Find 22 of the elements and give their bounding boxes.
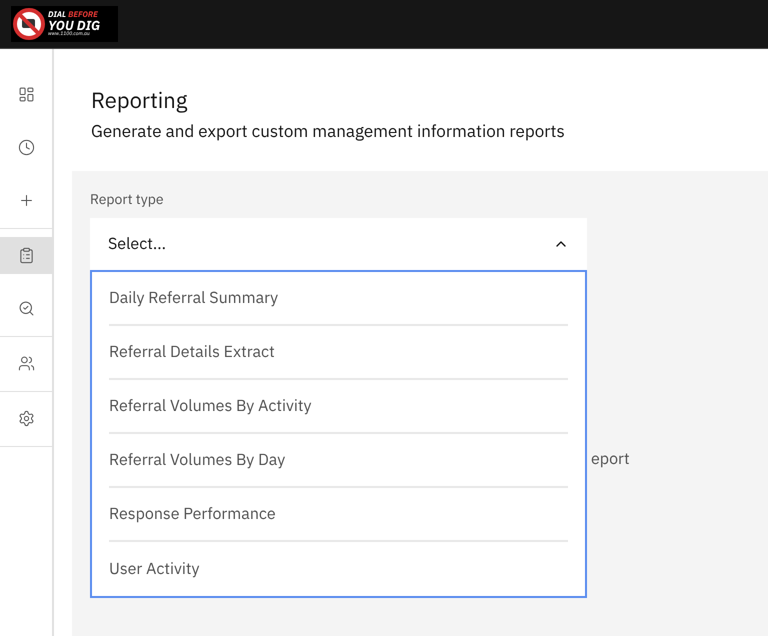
dropdown-option[interactable]: User Activity — [109, 542, 568, 596]
logo-text: BEFORE — [68, 11, 98, 19]
dashboard-icon — [18, 86, 34, 103]
clock-icon — [18, 139, 34, 156]
dropdown-option[interactable]: Response Performance — [109, 488, 568, 542]
search-icon — [18, 300, 34, 317]
report-type-select[interactable]: Select... — [90, 218, 587, 270]
dropdown-option[interactable]: Referral Volumes By Activity — [109, 380, 568, 434]
settings-icon — [18, 410, 34, 427]
page-subtitle: Generate and export custom management information reports — [91, 118, 566, 144]
clipboard-icon — [18, 247, 34, 264]
logo-text: YOU DIG — [48, 19, 100, 32]
report-text: eport — [591, 448, 630, 471]
page-title: Reporting — [91, 87, 188, 114]
dropdown-option[interactable]: Daily Referral Summary — [109, 272, 568, 326]
users-icon — [18, 355, 34, 372]
dropdown-option[interactable]: Referral Details Extract — [109, 326, 568, 380]
logo-text: DIAL — [48, 11, 66, 19]
field-label: Report type — [90, 189, 165, 210]
no-dig-icon — [13, 8, 45, 40]
dropdown-option[interactable]: Referral Volumes By Day — [109, 434, 568, 488]
sidebar-item[interactable] — [0, 237, 52, 274]
